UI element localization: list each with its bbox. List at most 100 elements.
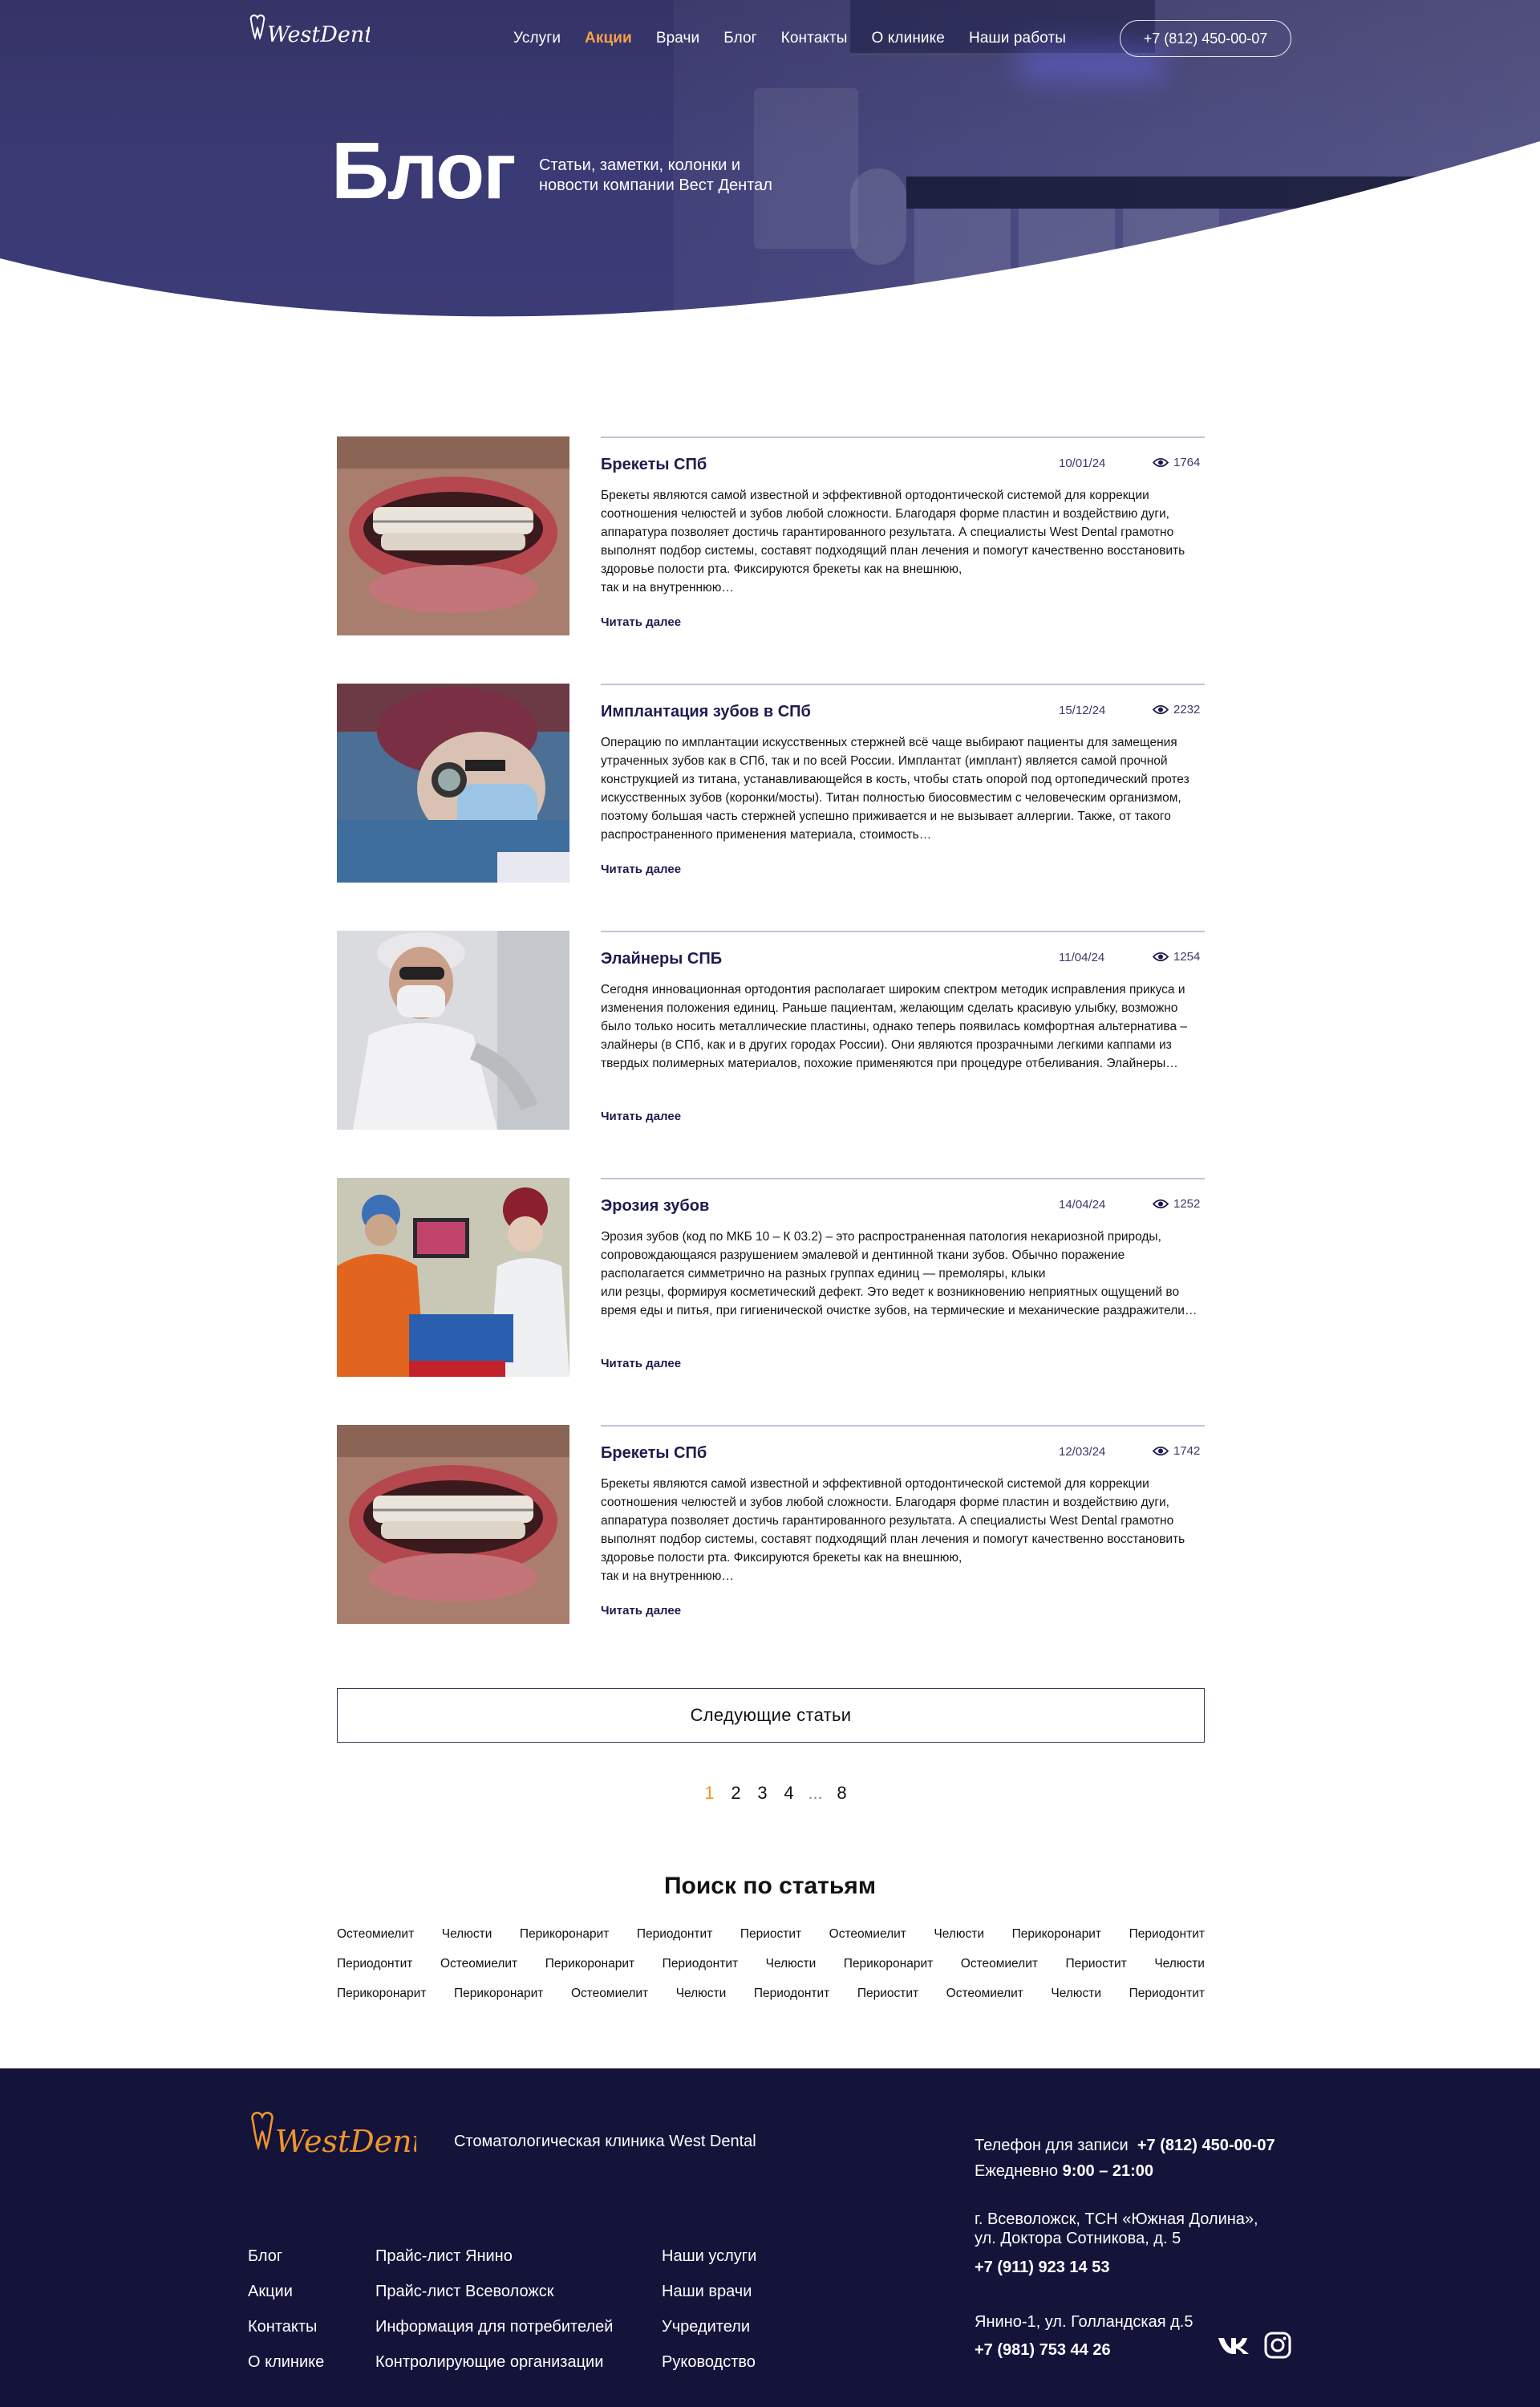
footer-link-founders[interactable]: Учредители [662, 2309, 756, 2344]
article-views: 1252 [1153, 1197, 1200, 1211]
article-title[interactable]: Имплантация зубов в СПб [601, 701, 811, 722]
page-link-1[interactable]: 1 [696, 1783, 723, 1804]
header-phone-button[interactable]: +7 (812) 450-00-07 [1120, 20, 1291, 57]
footer-link-doctors[interactable]: Наши врачи [662, 2274, 756, 2309]
footer-address-yanino: Янино-1, ул. Голландская д.5 [975, 2313, 1194, 2331]
article-views: 1742 [1153, 1444, 1200, 1458]
eye-icon [1153, 1199, 1169, 1209]
eye-icon [1153, 704, 1169, 715]
tag-link[interactable]: Периодонтит [754, 1985, 829, 2015]
page-link-8[interactable]: 8 [829, 1783, 855, 1804]
tag-link[interactable]: Челюсти [442, 1926, 492, 1955]
nav-item-nashi-raboty[interactable]: Наши работы [969, 27, 1066, 50]
tag-row: Перикоронарит Перикоронарит Остеомиелит … [337, 1985, 1205, 2015]
article-views-count: 1764 [1173, 456, 1201, 469]
article-image-braces[interactable] [337, 436, 569, 635]
tag-link[interactable]: Остеомиелит [571, 1985, 648, 2015]
article-image-surgeon[interactable] [337, 684, 569, 883]
article-card: Имплантация зубов в СПб 15/12/24 2232 Оп… [337, 684, 1205, 883]
nav-item-akcii[interactable]: Акции [585, 27, 632, 50]
tag-link[interactable]: Остеомиелит [961, 1955, 1038, 1985]
footer-link-price-yanino[interactable]: Прайс-лист Янино [375, 2239, 613, 2274]
tag-link[interactable]: Челюсти [934, 1926, 984, 1955]
footer-link-blog[interactable]: Блог [248, 2239, 324, 2274]
footer-link-price-vsevolozhsk[interactable]: Прайс-лист Всеволожск [375, 2274, 613, 2309]
footer-link-supervisory-orgs[interactable]: Контролирующие организации [375, 2344, 613, 2380]
pagination: 1 2 3 4 ... 8 [696, 1783, 855, 1804]
tag-link[interactable]: Остеомиелит [440, 1955, 517, 1985]
tag-link[interactable]: Перикоронарит [844, 1955, 933, 1985]
svg-text:WestDental: WestDental [267, 22, 370, 47]
footer-phone-yanino[interactable]: +7 (981) 753 44 26 [975, 2341, 1111, 2360]
booking-phone[interactable]: +7 (812) 450-00-07 [1137, 2137, 1275, 2154]
tag-link[interactable]: Перикоронарит [1012, 1926, 1101, 1955]
tag-link[interactable]: Периодонтит [663, 1955, 738, 1985]
read-more-link[interactable]: Читать далее [601, 1110, 681, 1123]
footer-column-3: Наши услуги Наши врачи Учредители Руково… [662, 2239, 756, 2380]
tag-link[interactable]: Перикоронарит [545, 1955, 634, 1985]
article-title[interactable]: Элайнеры СПБ [601, 948, 722, 969]
article-title[interactable]: Брекеты СПб [601, 1443, 707, 1463]
page-link-4[interactable]: 4 [776, 1783, 802, 1804]
nav-item-blog[interactable]: Блог [723, 27, 756, 50]
article-date: 11/04/24 [1059, 951, 1105, 964]
read-more-link[interactable]: Читать далее [601, 863, 681, 876]
nav-item-uslugi[interactable]: Услуги [513, 27, 561, 50]
main-nav: Услуги Акции Врачи Блог Контакты О клини… [513, 27, 1090, 50]
tag-link[interactable]: Челюсти [766, 1955, 817, 1985]
footer-link-kontakty[interactable]: Контакты [248, 2309, 324, 2344]
article-views-count: 1254 [1173, 950, 1201, 964]
tag-link[interactable]: Челюсти [1154, 1955, 1205, 1985]
footer-link-akcii[interactable]: Акции [248, 2274, 324, 2309]
article-image-braces[interactable] [337, 1425, 569, 1624]
tag-link[interactable]: Периостит [857, 1985, 918, 2015]
footer-booking: Телефон для записи +7 (812) 450-00-07 Еж… [975, 2133, 1275, 2184]
article-divider [601, 931, 1205, 932]
read-more-link[interactable]: Читать далее [601, 1357, 681, 1370]
tag-link[interactable]: Остеомиелит [946, 1985, 1023, 2015]
read-more-link[interactable]: Читать далее [601, 1604, 681, 1618]
footer-link-services[interactable]: Наши услуги [662, 2239, 756, 2274]
tag-link[interactable]: Челюсти [1051, 1985, 1101, 2015]
footer-link-consumer-info[interactable]: Информация для потребителей [375, 2309, 613, 2344]
article-divider [601, 1425, 1205, 1427]
tag-link[interactable]: Периостит [740, 1926, 801, 1955]
article-image-procedure[interactable] [337, 1178, 569, 1377]
page-link-3[interactable]: 3 [749, 1783, 776, 1804]
tag-link[interactable]: Остеомиелит [829, 1926, 906, 1955]
tag-row: Остеомиелит Челюсти Перикоронарит Период… [337, 1926, 1205, 1955]
westdental-logo[interactable]: WestDental [248, 14, 370, 54]
nav-item-o-klinike[interactable]: О клинике [872, 27, 945, 50]
tag-link[interactable]: Периодонтит [337, 1955, 412, 1985]
footer: WestDental Стоматологическая клиника Wes… [0, 2068, 1540, 2407]
next-articles-button[interactable]: Следующие статьи [337, 1688, 1205, 1743]
tag-link[interactable]: Периодонтит [637, 1926, 712, 1955]
tag-link[interactable]: Перикоронарит [337, 1985, 426, 2015]
tag-link[interactable]: Перикоронарит [454, 1985, 543, 2015]
article-image-dentist[interactable] [337, 931, 569, 1130]
tag-link[interactable]: Челюсти [676, 1985, 727, 2015]
tag-link[interactable]: Периостит [1066, 1955, 1127, 1985]
article-tags: Остеомиелит Челюсти Перикоронарит Период… [337, 1926, 1205, 2015]
instagram-icon[interactable] [1264, 2332, 1291, 2359]
article-title[interactable]: Эрозия зубов [601, 1195, 709, 1216]
tag-link[interactable]: Периодонтит [1129, 1926, 1205, 1955]
article-date: 10/01/24 [1059, 457, 1106, 470]
nav-item-vrachi[interactable]: Врачи [656, 27, 699, 50]
page-link-2[interactable]: 2 [723, 1783, 749, 1804]
read-more-link[interactable]: Читать далее [601, 615, 681, 629]
article-divider [601, 684, 1205, 685]
article-title[interactable]: Брекеты СПб [601, 454, 707, 475]
hours-label: Ежедневно [975, 2162, 1059, 2180]
booking-label: Телефон для записи [975, 2137, 1129, 2154]
footer-link-management[interactable]: Руководство [662, 2344, 756, 2380]
tag-link[interactable]: Остеомиелит [337, 1926, 414, 1955]
tag-link[interactable]: Периодонтит [1129, 1985, 1205, 2015]
footer-westdental-logo[interactable]: WestDental [248, 2110, 416, 2168]
article-views: 2232 [1153, 703, 1200, 716]
nav-item-kontakty[interactable]: Контакты [781, 27, 848, 50]
footer-phone-vsevolozhsk[interactable]: +7 (911) 923 14 53 [975, 2259, 1109, 2277]
tag-link[interactable]: Перикоронарит [520, 1926, 609, 1955]
vk-icon[interactable] [1218, 2336, 1250, 2355]
footer-link-o-klinike[interactable]: О клинике [248, 2344, 324, 2380]
